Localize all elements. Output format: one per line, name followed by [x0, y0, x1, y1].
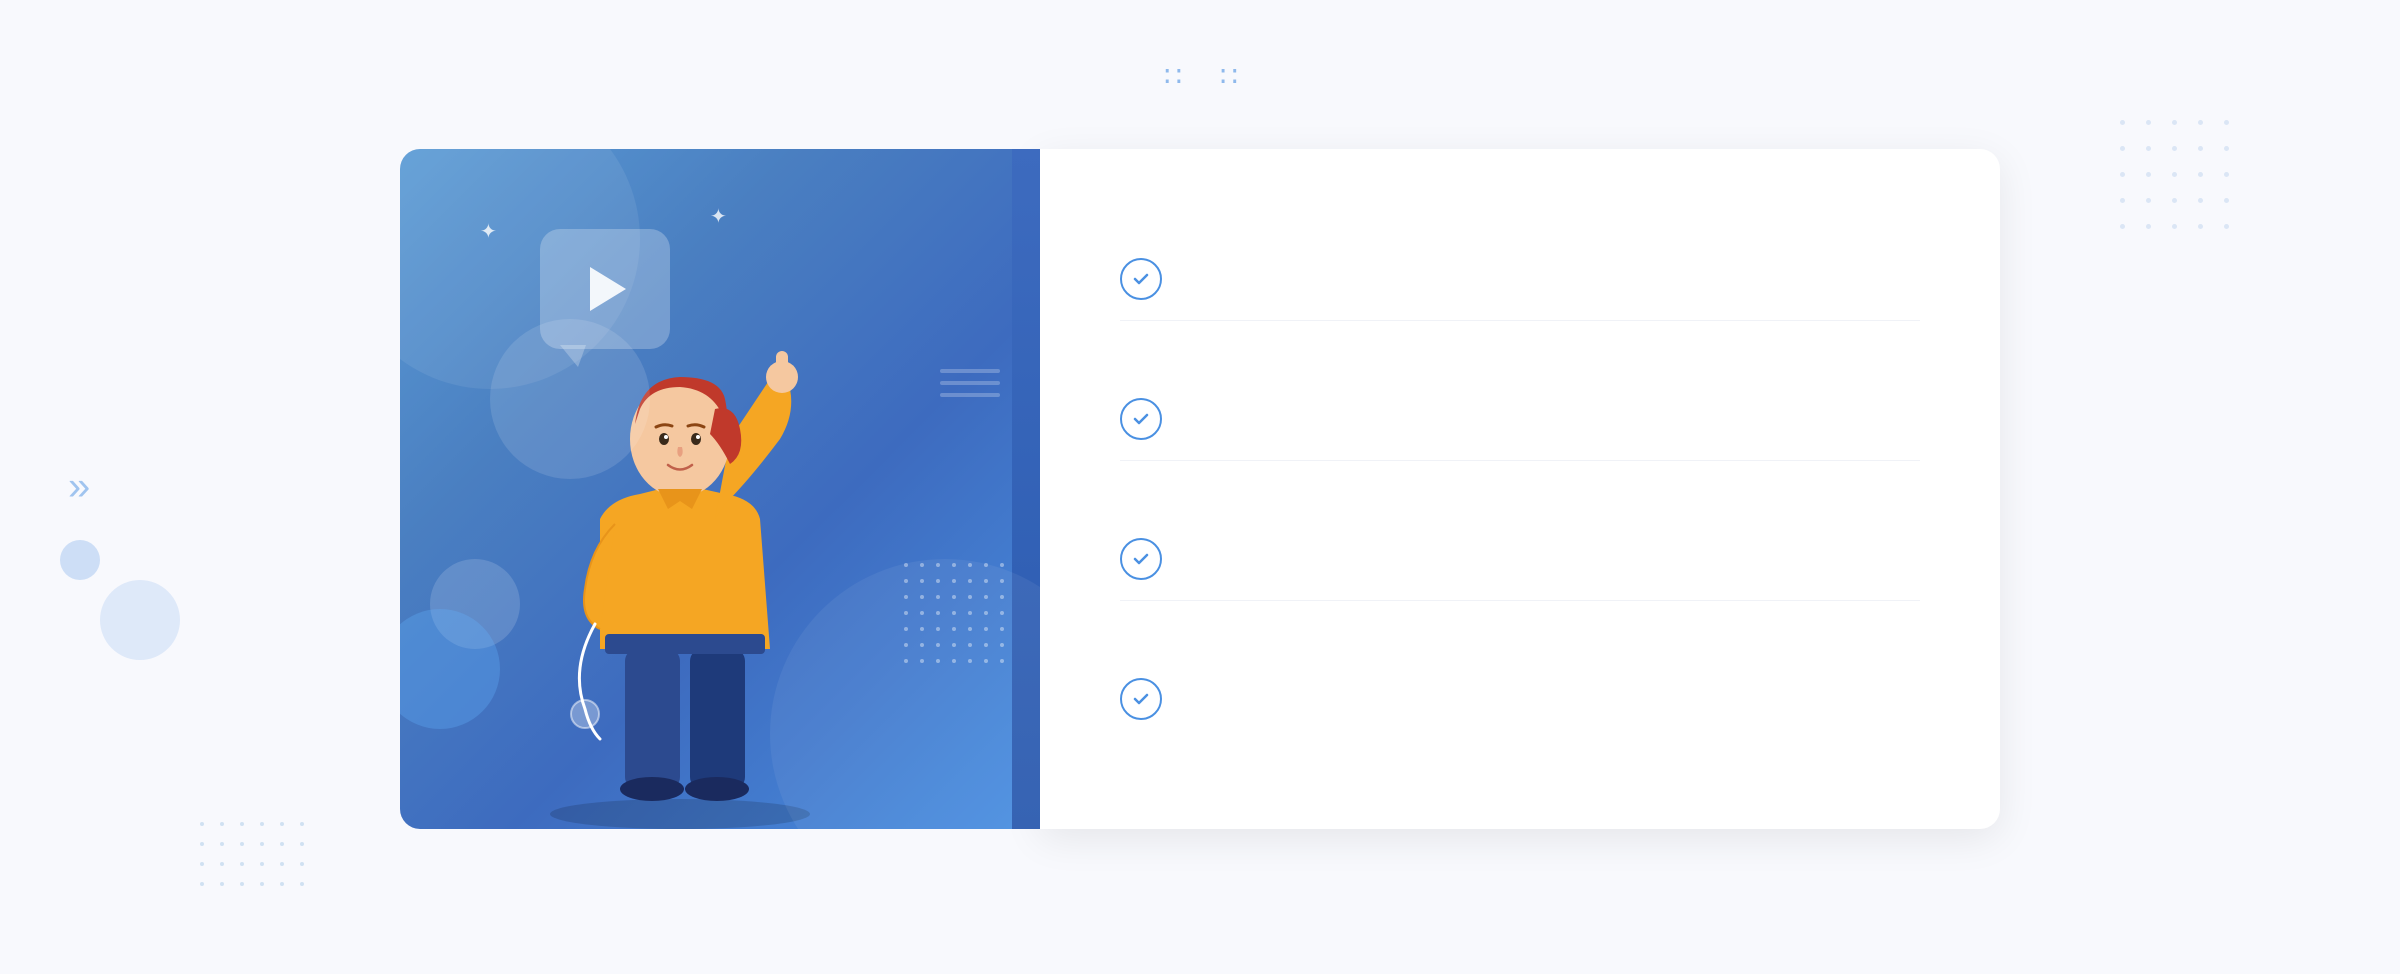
check-icon-4 [1120, 678, 1162, 720]
illus-dots: const id2 = document.querySelector('.ill… [904, 563, 1010, 669]
blue-side-bar [1012, 149, 1040, 829]
main-content: ✦ ✦ const id2 = document.querySelector('… [400, 149, 2000, 829]
illustration-card: ✦ ✦ const id2 = document.querySelector('… [400, 149, 1040, 829]
deco-circle-large [490, 319, 650, 479]
feature-item-2 [1120, 378, 1920, 461]
header-dots-left-icon: ∷ [1164, 60, 1180, 93]
header-dots-right-icon: ∷ [1220, 60, 1236, 93]
deco-lines [940, 369, 1000, 405]
left-circle-deco [100, 580, 180, 660]
feature-item-4 [1120, 658, 1920, 740]
check-icon-2 [1120, 398, 1162, 440]
feature-item-3 [1120, 518, 1920, 601]
check-icon-1 [1120, 258, 1162, 300]
sparkle-icon-2: ✦ [710, 204, 727, 229]
sparkle-icon-1: ✦ [480, 219, 497, 244]
features-card [1040, 149, 2000, 829]
left-circle-deco-2 [60, 540, 100, 580]
check-icon-3 [1120, 538, 1162, 580]
bottom-left-dots: const bd = document.querySelector('[data… [200, 822, 312, 894]
feature-item-1 [1120, 238, 1920, 321]
header-section: ∷ ∷ [1164, 0, 1236, 109]
page-container: const dr = document.querySelector('.dots… [0, 0, 2400, 974]
header-title-row: ∷ ∷ [1164, 60, 1236, 93]
dots-decoration-right: const dr = document.querySelector('.dots… [2120, 120, 2240, 240]
left-chevron-decoration: » [68, 465, 82, 510]
